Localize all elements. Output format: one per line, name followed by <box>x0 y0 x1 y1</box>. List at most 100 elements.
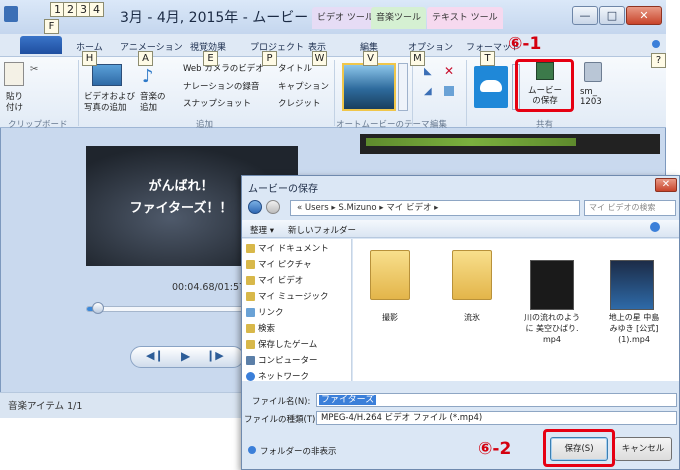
previous-frame-icon[interactable]: ◀❙ <box>146 349 164 362</box>
keytip-file: F <box>44 19 59 34</box>
keytip-edit: V <box>363 51 378 66</box>
keytip-format: T <box>480 51 495 66</box>
record-narration-button[interactable]: ナレーションの録音 <box>183 80 259 92</box>
nav-item-documents[interactable]: マイ ドキュメント <box>258 242 329 254</box>
add-video-icon[interactable] <box>92 64 122 86</box>
add-video-photo-button[interactable]: ビデオおよび 写真の追加 <box>84 92 135 114</box>
qat-keytip-4: 4 <box>89 2 104 17</box>
callout-label-6-1: ⑥-1 <box>508 34 542 54</box>
video-thumbnail-icon[interactable] <box>530 260 574 310</box>
callout-label-6-2: ⑥-2 <box>478 439 512 459</box>
webcam-video-button[interactable]: Web カメラのビデオ <box>183 62 264 74</box>
group-separator <box>78 60 79 126</box>
keytip-project: P <box>262 51 277 66</box>
window-title: 3月 - 4月, 2015年 - ムービー メ... <box>120 10 341 26</box>
keytip-animation: A <box>138 51 153 66</box>
paste-button-label[interactable]: 貼り 付け <box>6 92 23 114</box>
chevron-up-icon[interactable] <box>248 446 256 454</box>
themes-group-label: オートムービーのテーマ <box>336 120 430 130</box>
timecode-display: 00:04.68/01:57 <box>172 282 246 293</box>
remove-icon[interactable]: ✕ <box>444 64 454 78</box>
automovie-theme-thumbnail[interactable] <box>342 63 396 111</box>
dialog-close-button[interactable]: ✕ <box>655 178 677 192</box>
address-bar[interactable]: « Users ▸ S.Mizuno ▸ マイ ビデオ ▸ <box>290 200 580 216</box>
filename-value: ファイターズ <box>319 395 377 405</box>
file-item-label[interactable]: 撮影 <box>360 312 420 323</box>
network-icon <box>246 372 255 381</box>
add-music-button[interactable]: 音楽の 追加 <box>140 92 166 114</box>
nav-item-videos[interactable]: マイ ビデオ <box>258 274 303 286</box>
snapshot-button[interactable]: スナップショット <box>183 97 251 109</box>
cut-icon[interactable]: ✂ <box>30 64 38 75</box>
credit-button[interactable]: クレジット <box>278 97 321 109</box>
file-item-label[interactable]: 地上の星 中島 みゆき [公式] (1).mp4 <box>598 312 670 345</box>
seek-thumb[interactable] <box>92 302 104 314</box>
hide-folders-button[interactable]: フォルダーの非表示 <box>260 445 337 457</box>
nav-item-network[interactable]: ネットワーク <box>258 370 309 382</box>
filetype-select[interactable]: MPEG-4/H.264 ビデオ ファイル (*.mp4) <box>316 411 677 425</box>
organize-button[interactable]: 整理 ▾ <box>250 224 274 236</box>
paste-icon[interactable] <box>4 62 24 86</box>
storyboard-clip-strip[interactable] <box>366 138 576 146</box>
dialog-help-icon[interactable] <box>650 222 660 232</box>
nav-item-pictures[interactable]: マイ ピクチャ <box>258 258 312 270</box>
next-frame-icon[interactable]: ❙▶ <box>206 349 224 362</box>
saved-games-icon <box>246 340 255 349</box>
group-separator <box>334 60 335 126</box>
back-icon[interactable] <box>248 200 262 214</box>
account-icon[interactable] <box>584 62 602 82</box>
share-group-label: 共有 <box>536 120 554 130</box>
play-icon[interactable]: ▶ <box>181 349 190 363</box>
seek-bar[interactable] <box>86 306 256 312</box>
dialog-title: ムービーの保存 <box>248 184 318 195</box>
maximize-button[interactable]: □ <box>599 6 625 25</box>
links-icon <box>246 308 255 317</box>
help-icon[interactable] <box>652 40 660 48</box>
folder-icon[interactable] <box>452 250 492 300</box>
video-thumbnail-icon[interactable] <box>610 260 654 310</box>
add-group-label: 追加 <box>196 120 214 130</box>
title-button[interactable]: タイトル <box>278 62 312 74</box>
nav-item-saved-games[interactable]: 保存したゲーム <box>258 338 317 350</box>
nav-item-search[interactable]: 検索 <box>258 322 275 334</box>
group-separator <box>466 60 467 126</box>
filetype-label: ファイルの種類(T): <box>244 415 319 425</box>
music-note-icon[interactable]: ♪ <box>142 66 154 87</box>
file-menu-button[interactable] <box>20 36 62 54</box>
cancel-button[interactable]: キャンセル <box>614 437 672 461</box>
context-tab-video-tools[interactable]: ビデオ ツール <box>312 7 379 29</box>
tab-project[interactable]: プロジェクト <box>250 40 304 53</box>
nav-item-music[interactable]: マイ ミュージック <box>258 290 329 302</box>
nav-item-computer[interactable]: コンピューター <box>258 354 318 366</box>
theme-scroll[interactable] <box>398 63 408 111</box>
nav-item-links[interactable]: リンク <box>258 306 284 318</box>
clipboard-group-label: クリップボード <box>8 120 68 130</box>
keytip-help: ? <box>651 53 666 68</box>
context-tab-music-tools[interactable]: 音楽ツール <box>371 7 427 29</box>
forward-icon[interactable] <box>266 200 280 214</box>
group-separator <box>412 60 413 126</box>
signin-account-button[interactable]: sm_ 1203 <box>580 87 602 107</box>
dialog-search-input[interactable]: マイ ビデオの検索 <box>584 200 676 216</box>
select-all-icon[interactable] <box>444 86 454 96</box>
callout-box-save-button <box>543 429 615 467</box>
callout-box-save-movie <box>515 59 574 112</box>
music-icon <box>246 292 255 301</box>
new-folder-button[interactable]: 新しいフォルダー <box>288 224 356 236</box>
filename-label: ファイル名(N): <box>252 397 311 407</box>
caption-button[interactable]: キャプション <box>278 80 329 92</box>
close-button[interactable]: ✕ <box>626 6 662 25</box>
minimize-button[interactable]: — <box>572 6 598 25</box>
rotate-right-icon[interactable]: ◢ <box>424 86 432 97</box>
context-tab-text-tools[interactable]: テキスト ツール <box>427 7 503 29</box>
file-item-label[interactable]: 川の流れのよう に 美空ひばり. mp4 <box>516 312 588 345</box>
file-item-label[interactable]: 流氷 <box>442 312 502 323</box>
filename-input[interactable]: ファイターズ <box>316 393 677 407</box>
computer-icon <box>246 356 255 365</box>
folder-icon[interactable] <box>370 250 410 300</box>
keytip-view: W <box>312 51 327 66</box>
status-text: 音楽アイテム 1/1 <box>8 401 83 412</box>
keytip-options: M <box>410 51 425 66</box>
videos-icon <box>246 276 255 285</box>
rotate-left-icon[interactable]: ◣ <box>424 66 432 77</box>
